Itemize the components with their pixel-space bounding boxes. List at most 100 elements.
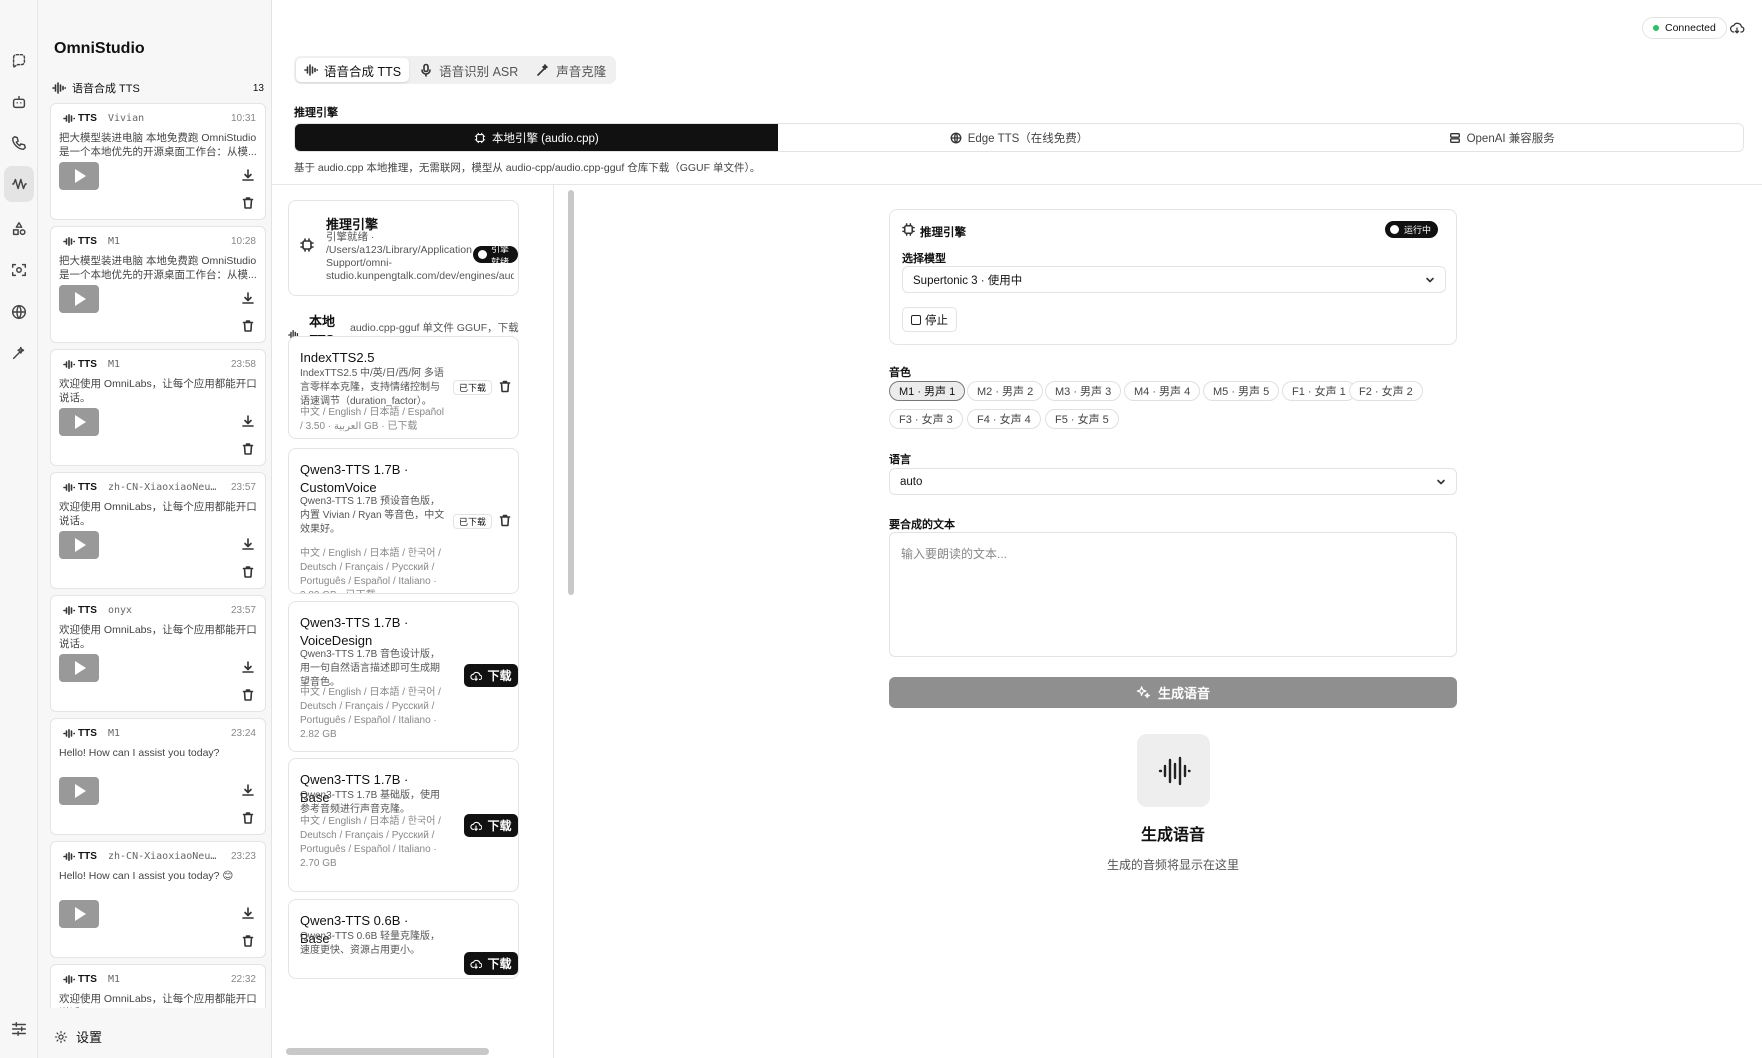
magic-wand-icon[interactable] xyxy=(5,339,33,367)
model-select[interactable]: Supertonic 3 · 使用中 xyxy=(902,266,1446,293)
settings-button[interactable]: 设置 xyxy=(54,1027,102,1046)
play-button[interactable] xyxy=(59,900,99,928)
tab-asr[interactable]: 语音识别 ASR xyxy=(411,58,526,82)
history-time: 23:57 xyxy=(230,605,256,616)
globe-icon xyxy=(950,132,962,143)
tab-voice-clone-label: 声音克隆 xyxy=(556,64,607,79)
trash-icon[interactable] xyxy=(498,379,512,394)
download-label: 下载 xyxy=(487,669,512,683)
tab-voice-clone[interactable]: 声音克隆 xyxy=(528,58,614,82)
model-card[interactable]: Qwen3-TTS 1.7B · Base Qwen3-TTS 1.7B 基础版，… xyxy=(288,758,519,892)
tab-tts[interactable]: 语音合成 TTS xyxy=(296,58,410,82)
engine-option-local[interactable]: 本地引擎 (audio.cpp) xyxy=(295,124,778,151)
history-item[interactable]: TTS Vivian 10:31 把大模型装进电脑 本地免费跑 OmniStudio … xyxy=(50,103,266,220)
download-icon[interactable] xyxy=(241,660,255,674)
voice-chip[interactable]: M2 · 男声 2 xyxy=(967,381,1044,401)
download-button[interactable]: 下载 xyxy=(464,814,518,837)
trash-icon[interactable] xyxy=(241,688,255,702)
history-voice: Vivian xyxy=(108,113,145,124)
tts-tag-label: TTS xyxy=(78,851,97,862)
download-icon[interactable] xyxy=(241,414,255,428)
voice-chip[interactable]: F4 · 女声 4 xyxy=(967,409,1041,429)
model-card[interactable]: IndexTTS2.5 IndexTTS2.5 中/英/日/西/阿 多语言零样本克… xyxy=(288,336,519,439)
engine-running-toggle[interactable]: 运行中 xyxy=(1385,221,1439,238)
server-icon xyxy=(1449,132,1460,143)
history-item[interactable]: TTS zh-CN-XiaoxiaoNeur… 23:23 Hello! How ca… xyxy=(50,841,266,958)
history-time: 23:58 xyxy=(230,359,256,370)
trash-icon[interactable] xyxy=(241,565,255,579)
history-item[interactable]: TTS M1 10:28 把大模型装进电脑 本地免费跑 OmniStudio 是一个本… xyxy=(50,226,266,343)
model-card[interactable]: Qwen3-TTS 1.7B · CustomVoice Qwen3-TTS 1.… xyxy=(288,448,519,594)
history-heading-label: 语音合成 TTS xyxy=(72,83,140,95)
waveform-icon xyxy=(63,360,75,369)
voice-chip[interactable]: M1 · 男声 1 xyxy=(889,381,966,401)
scan-icon[interactable] xyxy=(5,256,33,284)
download-icon[interactable] xyxy=(241,168,255,182)
trash-icon[interactable] xyxy=(241,319,255,333)
model-card[interactable]: Qwen3-TTS 1.7B · VoiceDesign Qwen3-TTS 1.… xyxy=(288,601,519,752)
phone-icon[interactable] xyxy=(5,129,33,157)
play-button[interactable] xyxy=(59,777,99,805)
globe-icon[interactable] xyxy=(5,298,33,326)
vertical-scrollbar[interactable] xyxy=(568,190,574,595)
tts-tag: TTS xyxy=(63,482,97,493)
play-button[interactable] xyxy=(59,654,99,682)
voice-chip[interactable]: F5 · 女声 5 xyxy=(1045,409,1119,429)
trash-icon[interactable] xyxy=(241,811,255,825)
download-button[interactable]: 下载 xyxy=(464,952,518,975)
model-list-panel: 推理引擎 引擎就绪 · /Users/a123/Library/Applicat… xyxy=(282,185,554,1058)
cloud-download-icon xyxy=(470,959,483,969)
play-button[interactable] xyxy=(59,162,99,190)
generate-speech-button[interactable]: 生成语音 xyxy=(889,677,1457,708)
cloud-sync-icon[interactable] xyxy=(1729,20,1745,36)
download-icon[interactable] xyxy=(241,291,255,305)
engine-option-openai[interactable]: OpenAI 兼容服务 xyxy=(1260,124,1743,151)
download-icon[interactable] xyxy=(241,783,255,797)
tts-tag: TTS xyxy=(63,851,97,862)
chat-bubble-icon[interactable] xyxy=(5,47,33,75)
history-text: Hello! How can I assist you today? xyxy=(59,747,220,759)
history-voice: onyx xyxy=(108,605,133,616)
play-button[interactable] xyxy=(59,408,99,436)
voice-chip[interactable]: M3 · 男声 3 xyxy=(1045,381,1122,401)
history-voice: M1 xyxy=(108,728,121,739)
voice-chip[interactable]: F1 · 女声 1 xyxy=(1282,381,1356,401)
download-icon[interactable] xyxy=(241,906,255,920)
synthesis-text-input[interactable]: 输入要朗读的文本... xyxy=(889,532,1457,657)
history-item[interactable]: TTS M1 23:58 欢迎使用 OmniLabs，让每个应用都能开口说话。 xyxy=(50,349,266,466)
history-item[interactable]: TTS onyx 23:57 欢迎使用 OmniLabs，让每个应用都能开口说话。 xyxy=(50,595,266,712)
engine-option-edge[interactable]: Edge TTS（在线免费） xyxy=(778,124,1261,151)
trash-icon[interactable] xyxy=(241,934,255,948)
sliders-icon[interactable] xyxy=(5,1015,33,1043)
voice-label: 音色 xyxy=(889,367,911,379)
mode-tabs: 语音合成 TTS 语音识别 ASR 声音克隆 xyxy=(294,56,617,84)
voice-chip[interactable]: F3 · 女声 3 xyxy=(889,409,963,429)
engine-option-openai-label: OpenAI 兼容服务 xyxy=(1466,132,1555,145)
history-item[interactable]: TTS zh-CN-XiaoxiaoNeur… 23:57 欢迎使用 OmniLabs… xyxy=(50,472,266,589)
engine-ready-toggle[interactable]: 引擎就绪 xyxy=(473,244,518,267)
voice-chip[interactable]: M4 · 男声 4 xyxy=(1124,381,1201,401)
history-item[interactable]: TTS M1 23:24 Hello! How can I assist you to… xyxy=(50,718,266,835)
download-icon[interactable] xyxy=(241,537,255,551)
stop-button[interactable]: 停止 xyxy=(902,307,957,332)
app-title: OmniStudio xyxy=(54,40,145,57)
voice-chip[interactable]: M5 · 男声 5 xyxy=(1203,381,1280,401)
horizontal-scrollbar[interactable] xyxy=(286,1048,489,1055)
download-button[interactable]: 下载 xyxy=(464,664,518,687)
robot-icon[interactable] xyxy=(5,88,33,116)
history-time: 23:57 xyxy=(230,482,256,493)
voice-chip[interactable]: F2 · 女声 2 xyxy=(1349,381,1423,401)
waveform-icon xyxy=(63,975,75,984)
tab-asr-label: 语音识别 ASR xyxy=(439,64,519,79)
stop-label: 停止 xyxy=(925,314,948,327)
model-card[interactable]: Qwen3-TTS 0.6B · Base Qwen3-TTS 0.6B 轻量克隆… xyxy=(288,899,519,979)
play-button[interactable] xyxy=(59,285,99,313)
history-item[interactable]: TTS M1 22:32 欢迎使用 OmniLabs，让每个应用都能开口说话。 xyxy=(50,964,266,1008)
language-select[interactable]: auto xyxy=(889,468,1457,495)
trash-icon[interactable] xyxy=(241,196,255,210)
trash-icon[interactable] xyxy=(241,442,255,456)
waveform-icon[interactable] xyxy=(4,166,34,202)
shapes-icon[interactable] xyxy=(5,215,33,243)
play-button[interactable] xyxy=(59,531,99,559)
trash-icon[interactable] xyxy=(498,513,512,528)
